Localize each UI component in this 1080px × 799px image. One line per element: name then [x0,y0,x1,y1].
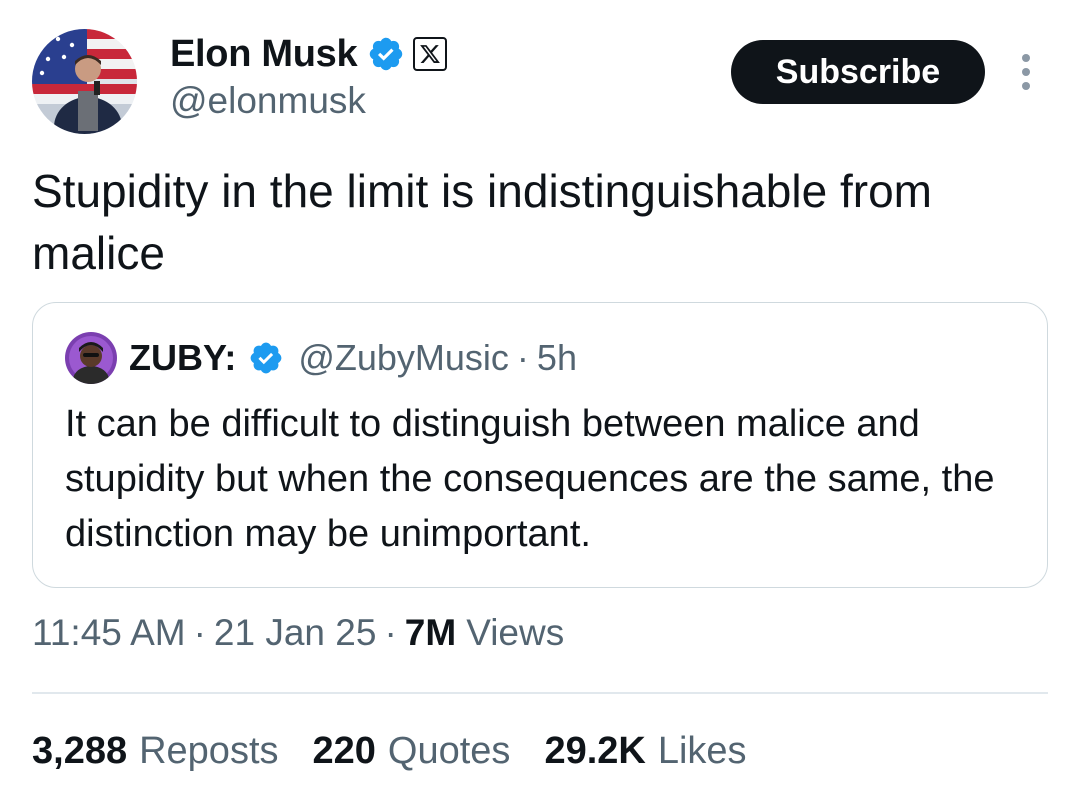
reposts-count: 3,288 [32,730,128,772]
tweet-time[interactable]: 11:45 AM [32,612,186,654]
author-avatar[interactable] [32,29,137,134]
separator-dot: · [384,612,397,653]
separator-dot: · [193,612,206,653]
subscribe-button[interactable]: Subscribe [731,40,985,104]
verified-badge-icon [248,340,284,376]
tweet-text: Stupidity in the limit is indistinguisha… [32,165,932,279]
stat-quotes[interactable]: 220 Quotes [313,730,511,773]
likes-count: 29.2K [544,730,646,772]
separator-dot: · [516,337,529,378]
stat-likes[interactable]: 29.2K Likes [544,730,746,773]
author-name-row: Elon Musk [170,30,448,78]
views-label: Views [466,612,565,653]
views-count: 7M [404,612,457,653]
divider [32,692,1048,694]
author-name[interactable]: Elon Musk [170,33,358,76]
stat-reposts[interactable]: 3,288 Reposts [32,730,279,773]
quoted-tweet-time[interactable]: 5h [537,337,577,379]
reposts-label: Reposts [139,730,279,772]
quoted-author-handle[interactable]: @ZubyMusic [298,337,509,379]
engagement-stats: 3,288 Reposts 220 Quotes 29.2K Likes [32,730,781,773]
quoted-author-avatar[interactable] [65,332,117,384]
verified-badge-icon[interactable] [367,35,405,73]
quotes-label: Quotes [387,730,511,772]
tweet-detail: Elon Musk @elonmusk Subscribe Stupidity … [0,0,1080,799]
quotes-count: 220 [312,730,376,772]
tweet-meta: 11:45 AM · 21 Jan 25 · 7M Views [32,612,564,654]
tweet-date[interactable]: 21 Jan 25 [214,612,377,654]
more-vertical-icon[interactable] [1012,50,1040,94]
quoted-tweet-card[interactable]: ZUBY: @ZubyMusic · 5h It can be difficul… [32,302,1048,588]
likes-label: Likes [657,730,747,772]
quoted-tweet-text: It can be difficult to distinguish betwe… [65,403,995,555]
author-handle[interactable]: @elonmusk [170,80,366,122]
x-logo-icon[interactable] [413,37,448,71]
quoted-tweet-header: ZUBY: @ZubyMusic · 5h [65,331,577,385]
quoted-author-name[interactable]: ZUBY: [129,337,236,379]
